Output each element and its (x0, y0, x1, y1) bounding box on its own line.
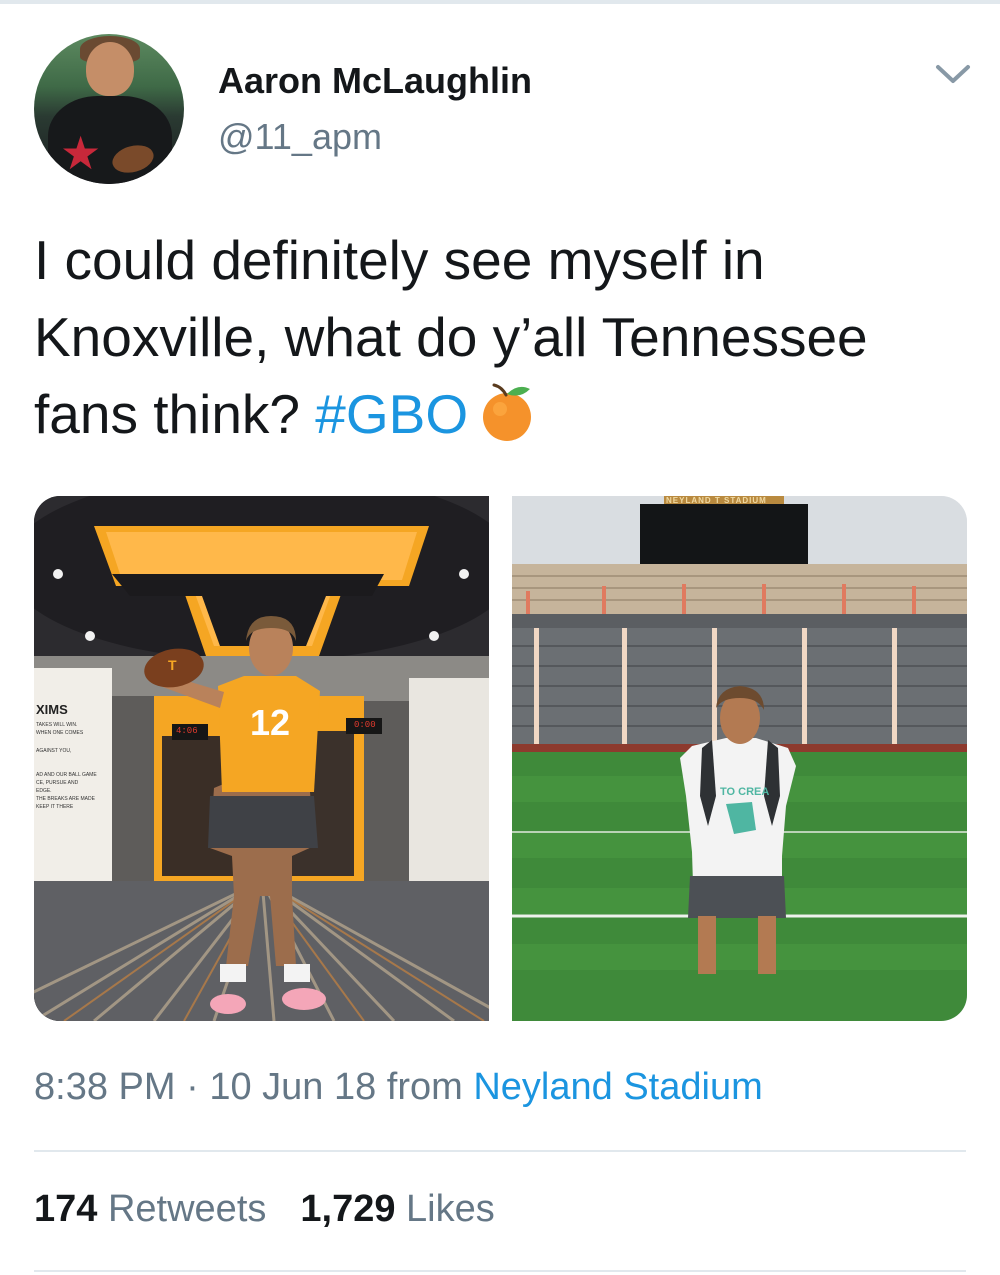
wall-sign-line-2: WHEN ONE COMES (36, 730, 84, 736)
jersey-number: 12 (250, 702, 291, 743)
likes-label: Likes (406, 1188, 495, 1230)
orange-emoji-icon (483, 383, 532, 441)
tweet-timestamp: 8:38 PM · 10 Jun 18 from Neyland Stadium (34, 1066, 763, 1109)
wall-sign-line-5: CE, PURSUE AND (36, 780, 79, 786)
from-label: from (386, 1066, 463, 1108)
football-logo: T (168, 657, 177, 673)
wall-sign-line-3: AGAINST YOU, (36, 748, 72, 754)
avatar[interactable]: ★ (34, 34, 184, 184)
scoreboard-text: NEYLAND T STADIUM (666, 496, 767, 505)
wall-sign-line-7: THE BREAKS ARE MADE (36, 796, 95, 802)
author-handle[interactable]: @11_apm (218, 116, 382, 158)
likes-stat[interactable]: 1,729 Likes (300, 1188, 494, 1230)
engagement-stats: 174 Retweets 1,729 Likes (34, 1188, 495, 1231)
author-display-name[interactable]: Aaron McLaughlin (218, 60, 532, 102)
likes-count: 1,729 (300, 1188, 396, 1230)
chevron-down-icon[interactable] (934, 62, 972, 88)
wall-sign-heading: XIMS (36, 702, 68, 717)
clock-left: 4:06 (176, 726, 198, 736)
top-divider (0, 0, 1000, 4)
stadium-illustration (512, 496, 967, 1021)
wall-sign-line-4: AD AND OUR BALL GAME (36, 772, 97, 778)
timestamp-separator: · (186, 1066, 199, 1108)
wall-sign-line-1: TAKES WILL WIN. (36, 722, 78, 728)
star-logo-icon: ★ (60, 127, 102, 179)
retweets-label: Retweets (107, 1188, 267, 1230)
tweet-date[interactable]: 10 Jun 18 (209, 1066, 376, 1108)
tweet-time[interactable]: 8:38 PM (34, 1066, 176, 1108)
clock-right: 0:00 (354, 720, 376, 730)
divider-bottom (34, 1270, 966, 1272)
photo-neyland-stadium[interactable]: NEYLAND T STADIUM TO CREA (512, 496, 967, 1021)
locker-room-illustration (34, 496, 489, 1021)
hashtag-link[interactable]: #GBO (315, 383, 468, 445)
wall-sign-line-8: KEEP IT THERE (36, 804, 74, 810)
location-link[interactable]: Neyland Stadium (473, 1066, 762, 1108)
retweets-stat[interactable]: 174 Retweets (34, 1188, 266, 1230)
photo-locker-room[interactable]: XIMS TAKES WILL WIN. WHEN ONE COMES AGAI… (34, 496, 489, 1021)
tweet-text: I could definitely see myself in Knoxvil… (34, 222, 974, 453)
divider (34, 1150, 966, 1152)
retweets-count: 174 (34, 1188, 98, 1230)
wall-sign-line-6: EDGE. (36, 788, 52, 794)
shirt-text: TO CREA (720, 786, 770, 798)
